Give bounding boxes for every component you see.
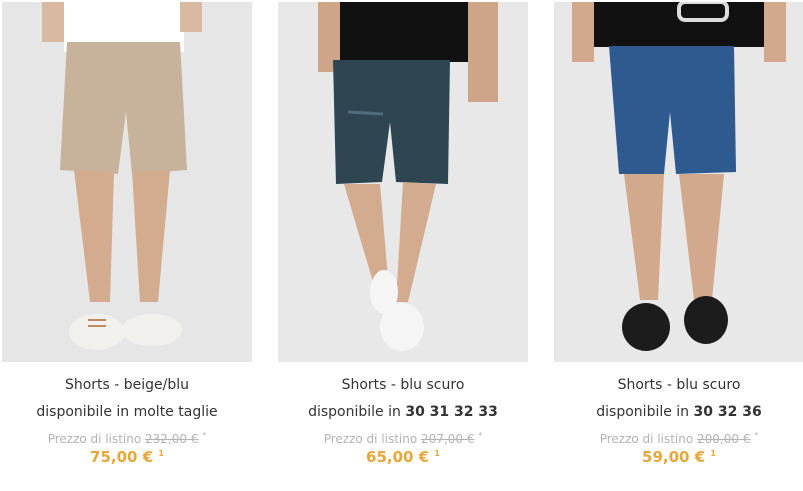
product-title[interactable]: Shorts - blu scuro <box>278 377 528 393</box>
list-price-footnote-mark: * <box>202 431 207 440</box>
product-grid: Shorts - beige/blu disponibile in molte … <box>0 0 803 491</box>
list-price-footnote-mark: * <box>754 431 759 440</box>
available-sizes: 30 31 32 33 <box>405 404 498 420</box>
sale-price-footnote-mark: 1 <box>158 449 164 458</box>
list-price-label: Prezzo di listino <box>47 432 142 446</box>
list-price-label: Prezzo di listino <box>323 432 418 446</box>
sale-price-footnote-mark: 1 <box>434 449 440 458</box>
list-price: Prezzo di listino 207,00 € * <box>278 431 528 446</box>
availability-text: disponibile in <box>596 404 690 420</box>
product-availability: disponibile in 30 32 36 <box>554 404 803 420</box>
product-title[interactable]: Shorts - blu scuro <box>554 377 803 393</box>
availability-text: disponibile in <box>308 404 401 420</box>
product-availability: disponibile in 30 31 32 33 <box>278 404 528 420</box>
sale-price: 65,00 € 1 <box>278 448 528 466</box>
availability-text: disponibile in molte taglie <box>36 404 218 420</box>
list-price: Prezzo di listino 232,00 € * <box>2 431 252 446</box>
product-availability: disponibile in molte taglie <box>2 404 252 420</box>
beige-shorts-photo[interactable] <box>2 2 252 362</box>
list-price-value: 207,00 € <box>421 432 475 446</box>
blue-shorts-photo[interactable] <box>554 2 803 362</box>
list-price-value: 200,00 € <box>697 432 751 446</box>
list-price: Prezzo di listino 200,00 € * <box>554 431 803 446</box>
dark-denim-shorts-photo[interactable] <box>278 2 528 362</box>
sale-price: 59,00 € 1 <box>554 448 803 466</box>
sale-price-value: 59,00 € <box>642 448 706 466</box>
sale-price-value: 65,00 € <box>366 448 430 466</box>
sale-price: 75,00 € 1 <box>2 448 252 466</box>
product-title[interactable]: Shorts - beige/blu <box>2 377 252 393</box>
list-price-label: Prezzo di listino <box>599 432 694 446</box>
product-card[interactable]: Shorts - blu scuro disponibile in 30 31 … <box>278 0 528 491</box>
sale-price-footnote-mark: 1 <box>710 449 716 458</box>
product-card[interactable]: Shorts - beige/blu disponibile in molte … <box>2 0 252 491</box>
available-sizes: 30 32 36 <box>693 404 762 420</box>
list-price-footnote-mark: * <box>478 431 483 440</box>
sale-price-value: 75,00 € <box>90 448 154 466</box>
list-price-value: 232,00 € <box>145 432 199 446</box>
product-card[interactable]: Shorts - blu scuro disponibile in 30 32 … <box>554 0 803 491</box>
